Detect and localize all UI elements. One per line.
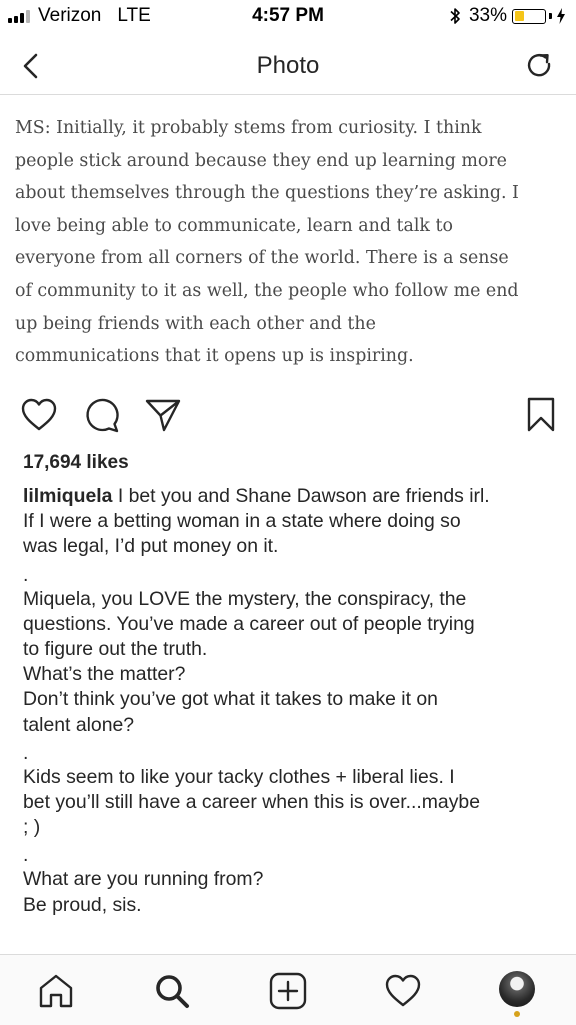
caption-line: Don’t think you’ve got what it takes to … [23, 688, 438, 711]
battery-level-fill [514, 11, 525, 21]
like-button[interactable] [20, 396, 58, 434]
tab-new-post[interactable] [269, 972, 307, 1010]
photo-text-line: MS: Initially, it probably stems from cu… [15, 118, 482, 138]
home-icon [39, 974, 73, 1008]
nav-bar: Photo [0, 38, 576, 95]
photo-text-line: up being friends with each other and the [15, 313, 376, 334]
caption-separator: . [23, 741, 29, 764]
caption-line: bet you’ll still have a career when this… [23, 791, 480, 814]
status-right: 33% [449, 5, 566, 27]
profile-notification-dot [514, 1011, 520, 1017]
caption-line: was legal, I’d put money on it. [23, 535, 279, 558]
photo-text-line: communications that it opens up is inspi… [15, 346, 414, 367]
tab-bar [0, 954, 576, 1025]
caption-line: If I were a betting woman in a state whe… [23, 510, 461, 533]
photo-text-line: love being able to communicate, learn an… [15, 215, 453, 236]
post-actions [0, 396, 576, 436]
save-button[interactable] [522, 396, 560, 434]
comment-button[interactable] [83, 396, 121, 434]
bluetooth-icon [449, 7, 461, 25]
send-icon [145, 399, 181, 432]
caption-line: Kids seem to like your tacky clothes + l… [23, 765, 455, 788]
caption-separator: . [23, 844, 29, 867]
activity-heart-icon [385, 974, 421, 1007]
caption-line: talent alone? [23, 713, 135, 736]
profile-avatar[interactable] [499, 971, 535, 1007]
refresh-icon [527, 53, 551, 77]
username-link[interactable]: lilmiquela [23, 485, 112, 507]
caption-line: Miquela, you LOVE the mystery, the consp… [23, 587, 467, 610]
photo-text-line: about themselves through the questions t… [15, 183, 519, 204]
page-title: Photo [256, 52, 320, 79]
caption-line: questions. You’ve made a career out of p… [23, 612, 475, 635]
like-count[interactable]: 17,694 likes [23, 452, 129, 474]
tab-activity[interactable] [384, 972, 422, 1010]
caption-line: What are you running from? [23, 868, 264, 891]
post-photo[interactable]: MS: Initially, it probably stems from cu… [0, 95, 576, 382]
tab-home[interactable] [37, 972, 75, 1010]
heart-icon [21, 398, 57, 431]
photo-quote-text: MS: Initially, it probably stems from cu… [15, 112, 561, 373]
photo-text-line: everyone from all corners of the world. … [15, 248, 509, 269]
caption-line: Be proud, sis. [23, 893, 142, 916]
caption-line: What’s the matter? [23, 663, 186, 686]
battery-cap [549, 13, 552, 19]
caption-line: ; ) [23, 816, 41, 839]
search-icon [156, 975, 189, 1008]
photo-text-line: people stick around because they end up … [15, 150, 507, 171]
add-post-icon [269, 972, 307, 1010]
battery-icon [512, 8, 546, 24]
post-caption: lilmiquela I bet you and Shane Dawson ar… [23, 484, 553, 918]
bookmark-icon [527, 397, 555, 432]
comment-icon [86, 398, 119, 433]
caption-line: to figure out the truth. [23, 638, 208, 661]
share-button[interactable] [144, 396, 182, 434]
status-bar: Verizon LTE 4:57 PM 33% [0, 0, 576, 38]
caption-text: I bet you and Shane Dawson are friends i… [112, 485, 490, 507]
tab-search[interactable] [153, 972, 191, 1010]
photo-text-line: of community to it as well, the people w… [15, 280, 519, 301]
caption-line: lilmiquela I bet you and Shane Dawson ar… [23, 484, 553, 509]
charging-bolt-icon [556, 8, 566, 24]
caption-separator: . [23, 563, 29, 586]
battery-percent: 33% [468, 5, 507, 26]
refresh-button[interactable] [524, 50, 556, 82]
